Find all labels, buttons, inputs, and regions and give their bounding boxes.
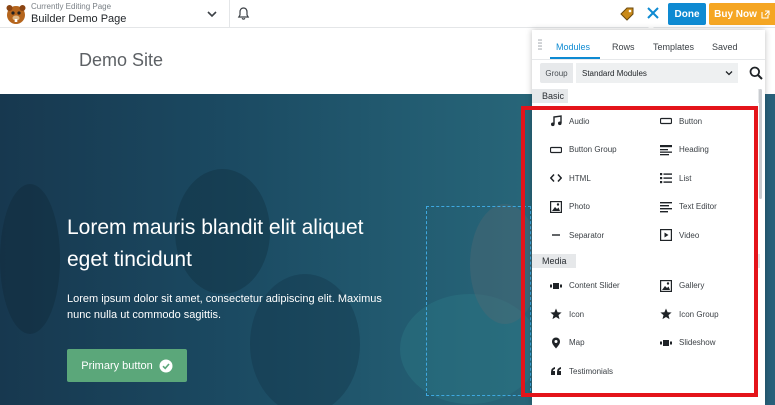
external-link-icon: [761, 9, 770, 19]
group-select[interactable]: Standard Modules: [576, 63, 738, 83]
group-label: Group: [540, 63, 573, 83]
site-title[interactable]: Demo Site: [79, 50, 163, 71]
chevron-down-icon[interactable]: [205, 7, 219, 21]
buy-now-label: Buy Now: [714, 8, 757, 20]
highlight-box: [521, 106, 758, 397]
notifications-tag-icon[interactable]: [619, 6, 635, 22]
primary-button-label: Primary button: [81, 359, 153, 372]
close-panel-icon[interactable]: [645, 5, 661, 21]
group-filter: Group Standard Modules: [540, 63, 763, 83]
hero-heading[interactable]: Lorem mauris blandit elit aliquet eget t…: [67, 212, 407, 276]
editing-caption: Currently Editing Page: [31, 2, 112, 11]
check-circle-icon: [159, 359, 173, 372]
buy-now-button[interactable]: Buy Now: [709, 3, 775, 25]
tab-rows[interactable]: Rows: [612, 42, 635, 52]
module-drop-outline: [426, 206, 531, 396]
page-name: Builder Demo Page: [31, 13, 127, 25]
hero-paragraph[interactable]: Lorem ipsum dolor sit amet, consectetur …: [67, 291, 402, 323]
category-label: Basic: [542, 91, 565, 101]
beaver-logo-icon[interactable]: [5, 3, 27, 25]
done-button[interactable]: Done: [668, 3, 706, 25]
panel-tabs: Modules Rows Templates Saved: [532, 30, 765, 60]
search-icon[interactable]: [749, 66, 763, 80]
tab-saved[interactable]: Saved: [712, 42, 738, 52]
category-tab-edge: [568, 89, 758, 103]
scrollbar-thumb[interactable]: [759, 89, 762, 199]
drag-handle-icon[interactable]: [538, 39, 542, 51]
primary-button[interactable]: Primary button: [67, 349, 187, 382]
active-tab-indicator: [550, 57, 600, 59]
category-basic[interactable]: Basic: [532, 89, 760, 103]
tab-modules[interactable]: Modules: [556, 42, 590, 52]
tab-templates[interactable]: Templates: [653, 42, 694, 52]
toolbar-divider: [229, 0, 230, 28]
editing-page-info[interactable]: Currently Editing Page Builder Demo Page: [31, 2, 126, 26]
bell-icon[interactable]: [236, 6, 251, 21]
background-photo-shape: [0, 184, 60, 334]
panel-scrollbar[interactable]: [759, 89, 762, 405]
group-select-value: Standard Modules: [582, 68, 647, 78]
chevron-down-icon: [725, 71, 733, 76]
builder-toolbar: Currently Editing Page Builder Demo Page…: [0, 0, 775, 28]
